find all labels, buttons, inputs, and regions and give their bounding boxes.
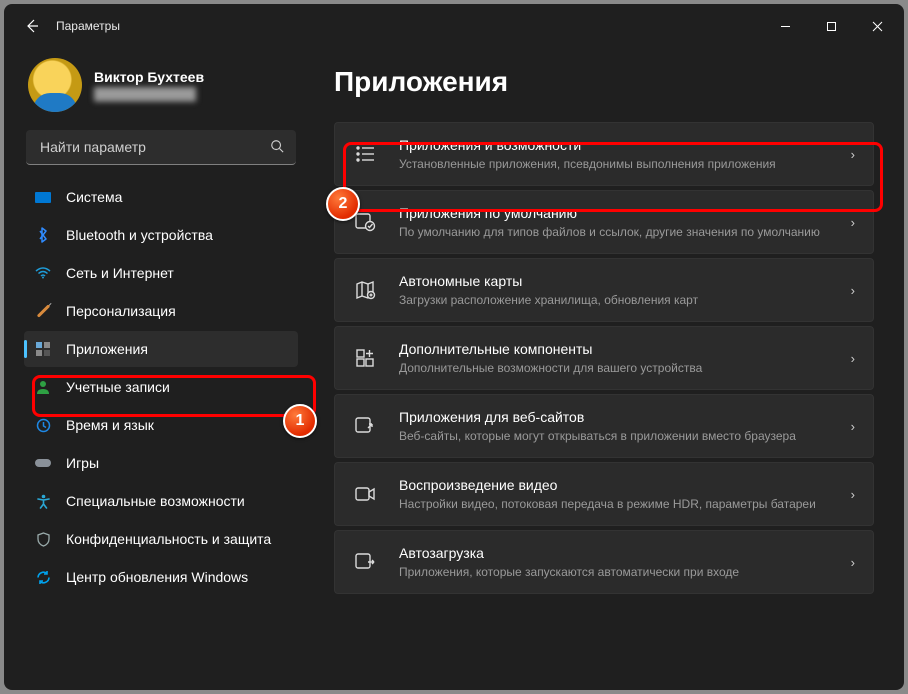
nav-label: Система (66, 189, 122, 205)
nav-item-accessibility[interactable]: Специальные возможности (24, 483, 298, 519)
card-subtitle: Настройки видео, потоковая передача в ре… (399, 496, 841, 512)
video-icon (353, 482, 377, 506)
nav-item-time[interactable]: Время и язык (24, 407, 298, 443)
display-icon (34, 188, 52, 206)
window-controls (762, 4, 900, 48)
chevron-right-icon: › (851, 487, 855, 502)
nav-label: Время и язык (66, 417, 154, 433)
card-default-apps[interactable]: Приложения по умолчанию По умолчанию для… (334, 190, 874, 254)
gamepad-icon (34, 454, 52, 472)
update-icon (34, 568, 52, 586)
card-apps-features[interactable]: Приложения и возможности Установленные п… (334, 122, 874, 186)
avatar (28, 58, 82, 112)
search-icon (270, 139, 284, 156)
accessibility-icon (34, 492, 52, 510)
card-subtitle: Веб-сайты, которые могут открываться в п… (399, 428, 841, 444)
chevron-right-icon: › (851, 419, 855, 434)
card-title: Автономные карты (399, 272, 841, 290)
nav-label: Игры (66, 455, 99, 471)
apps-icon (34, 340, 52, 358)
profile-block[interactable]: Виктор Бухтеев ████████████ (18, 52, 304, 126)
nav-list: Система Bluetooth и устройства Сеть и Ин… (18, 179, 304, 595)
main-content: Приложения Приложения и возможности Уста… (314, 48, 904, 690)
website-app-icon (353, 414, 377, 438)
card-title: Приложения по умолчанию (399, 204, 841, 222)
clock-globe-icon (34, 416, 52, 434)
card-optional-features[interactable]: Дополнительные компоненты Дополнительные… (334, 326, 874, 390)
card-subtitle: Установленные приложения, псевдонимы вып… (399, 156, 841, 172)
list-icon (353, 142, 377, 166)
close-button[interactable] (854, 4, 900, 48)
card-title: Воспроизведение видео (399, 476, 841, 494)
nav-label: Центр обновления Windows (66, 569, 248, 585)
shield-icon (34, 530, 52, 548)
nav-item-gaming[interactable]: Игры (24, 445, 298, 481)
nav-item-update[interactable]: Центр обновления Windows (24, 559, 298, 595)
chevron-right-icon: › (851, 283, 855, 298)
settings-window: Параметры Виктор Бухтеев ████████████ (4, 4, 904, 690)
nav-item-apps[interactable]: Приложения (24, 331, 298, 367)
default-app-icon (353, 210, 377, 234)
minimize-button[interactable] (762, 4, 808, 48)
card-subtitle: По умолчанию для типов файлов и ссылок, … (399, 224, 841, 240)
card-subtitle: Загрузки расположение хранилища, обновле… (399, 292, 841, 308)
components-icon (353, 346, 377, 370)
card-subtitle: Приложения, которые запускаются автомати… (399, 564, 841, 580)
nav-label: Учетные записи (66, 379, 170, 395)
nav-item-system[interactable]: Система (24, 179, 298, 215)
search-box[interactable] (26, 130, 296, 165)
card-title: Приложения и возможности (399, 136, 841, 154)
profile-name: Виктор Бухтеев (94, 69, 204, 85)
card-title: Дополнительные компоненты (399, 340, 841, 358)
arrow-left-icon (24, 18, 40, 34)
nav-label: Сеть и Интернет (66, 265, 174, 281)
bluetooth-icon (34, 226, 52, 244)
chevron-right-icon: › (851, 215, 855, 230)
nav-item-accounts[interactable]: Учетные записи (24, 369, 298, 405)
person-icon (34, 378, 52, 396)
nav-label: Приложения (66, 341, 148, 357)
page-title: Приложения (334, 66, 874, 98)
search-input[interactable] (38, 138, 270, 156)
card-title: Автозагрузка (399, 544, 841, 562)
nav-item-privacy[interactable]: Конфиденциальность и защита (24, 521, 298, 557)
chevron-right-icon: › (851, 555, 855, 570)
card-apps-for-websites[interactable]: Приложения для веб-сайтов Веб-сайты, кот… (334, 394, 874, 458)
card-video-playback[interactable]: Воспроизведение видео Настройки видео, п… (334, 462, 874, 526)
wifi-icon (34, 264, 52, 282)
nav-label: Специальные возможности (66, 493, 245, 509)
map-icon (353, 278, 377, 302)
titlebar: Параметры (4, 4, 904, 48)
card-title: Приложения для веб-сайтов (399, 408, 841, 426)
chevron-right-icon: › (851, 351, 855, 366)
chevron-right-icon: › (851, 147, 855, 162)
nav-item-personalization[interactable]: Персонализация (24, 293, 298, 329)
nav-item-bluetooth[interactable]: Bluetooth и устройства (24, 217, 298, 253)
nav-label: Персонализация (66, 303, 176, 319)
nav-label: Bluetooth и устройства (66, 227, 213, 243)
window-title: Параметры (56, 19, 120, 33)
brush-icon (34, 302, 52, 320)
profile-email: ████████████ (94, 87, 204, 101)
back-button[interactable] (16, 10, 48, 42)
startup-icon (353, 550, 377, 574)
card-offline-maps[interactable]: Автономные карты Загрузки расположение х… (334, 258, 874, 322)
sidebar: Виктор Бухтеев ████████████ Система (4, 48, 314, 690)
maximize-button[interactable] (808, 4, 854, 48)
card-startup[interactable]: Автозагрузка Приложения, которые запуска… (334, 530, 874, 594)
card-subtitle: Дополнительные возможности для вашего ус… (399, 360, 841, 376)
nav-item-network[interactable]: Сеть и Интернет (24, 255, 298, 291)
nav-label: Конфиденциальность и защита (66, 531, 271, 547)
